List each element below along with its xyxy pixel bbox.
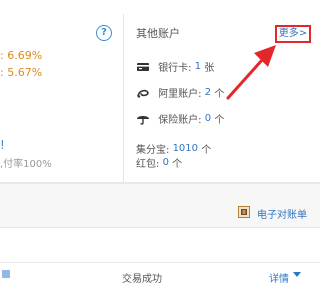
alibaba-account-unit: 个 bbox=[214, 89, 225, 100]
jifenbao-row[interactable]: 集分宝: 1010 个 bbox=[136, 141, 211, 156]
bank-card-count[interactable]: 1 bbox=[195, 61, 201, 72]
payment-rate-text: ,付率100% bbox=[0, 159, 52, 170]
red-packet-label: 红包: bbox=[136, 159, 160, 170]
help-icon[interactable]: ? bbox=[96, 25, 112, 41]
alibaba-account-label: 阿里账户: bbox=[158, 89, 202, 100]
alibaba-icon bbox=[136, 87, 150, 99]
red-packet-count[interactable]: 0 bbox=[163, 157, 169, 168]
insurance-account-unit: 个 bbox=[214, 115, 225, 126]
vertical-divider bbox=[123, 14, 124, 182]
bank-card-unit: 张 bbox=[204, 63, 215, 74]
umbrella-icon bbox=[136, 113, 150, 125]
yield-rate-1: : 6.69% bbox=[0, 49, 43, 62]
jifenbao-unit: 个 bbox=[201, 145, 212, 156]
other-accounts-title: 其他账户 bbox=[136, 27, 180, 40]
red-packet-unit: 个 bbox=[172, 159, 183, 170]
bill-icon[interactable] bbox=[238, 206, 250, 218]
yield-rate-2: : 5.67% bbox=[0, 66, 43, 79]
chevron-down-icon[interactable] bbox=[293, 272, 301, 277]
red-packet-row[interactable]: 红包: 0 个 bbox=[136, 155, 182, 170]
alibaba-account-count[interactable]: 2 bbox=[205, 87, 211, 98]
insurance-account-row[interactable]: 保险账户: 0 个 bbox=[136, 111, 224, 126]
bank-card-label: 银行卡: bbox=[158, 63, 192, 74]
more-accounts-link[interactable]: 更多> bbox=[275, 25, 311, 43]
insurance-account-label: 保险账户: bbox=[158, 115, 202, 126]
card-icon bbox=[136, 61, 150, 73]
bank-card-row[interactable]: 银行卡: 1 张 bbox=[136, 59, 214, 74]
transaction-type-icon bbox=[2, 270, 10, 278]
notice-mark: ! bbox=[0, 138, 5, 152]
e-statement-link[interactable]: 电子对账单 bbox=[257, 206, 307, 221]
alibaba-account-row[interactable]: 阿里账户: 2 个 bbox=[136, 85, 224, 100]
transaction-divider bbox=[0, 262, 320, 263]
details-link[interactable]: 详情 bbox=[269, 270, 289, 285]
jifenbao-count[interactable]: 1010 bbox=[173, 143, 198, 154]
transaction-status: 交易成功 bbox=[122, 274, 162, 285]
insurance-account-count[interactable]: 0 bbox=[205, 113, 211, 124]
